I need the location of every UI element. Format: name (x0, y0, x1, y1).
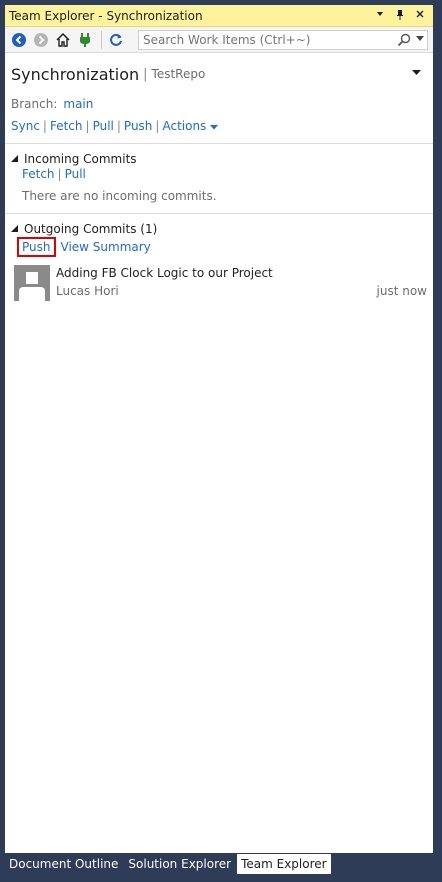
tab-team-explorer[interactable]: Team Explorer (237, 854, 331, 874)
home-icon[interactable] (53, 30, 73, 50)
incoming-commits-section: Incoming Commits Fetch | Pull There are … (5, 144, 433, 203)
search-icon[interactable] (395, 33, 413, 47)
title-separator: | (143, 66, 148, 82)
branch-label: Branch: (11, 97, 58, 111)
page-header: Synchronization | TestRepo (5, 53, 433, 87)
back-icon[interactable] (9, 30, 29, 50)
no-incoming-commits-text: There are no incoming commits. (22, 189, 217, 203)
tab-document-outline[interactable]: Document Outline (5, 854, 122, 874)
link-separator: | (42, 119, 47, 133)
close-icon[interactable] (413, 9, 427, 23)
outgoing-commits-title: Outgoing Commits (1) (24, 222, 158, 236)
page-menu-chevron-down-icon[interactable] (412, 69, 427, 79)
link-separator: | (155, 119, 160, 133)
window-title: Team Explorer - Synchronization (9, 8, 203, 23)
page-title: Synchronization (11, 64, 140, 84)
refresh-icon[interactable] (106, 30, 126, 50)
bottom-tab-bar: Document Outline Solution Explorer Team … (5, 854, 333, 874)
pull-link[interactable]: Pull (93, 119, 114, 133)
team-explorer-window: Team Explorer - Synchronization Search W… (5, 5, 433, 853)
sync-link[interactable]: Sync (11, 119, 40, 133)
outgoing-commits-section: Outgoing Commits (1) Push View Summary A… (5, 214, 433, 301)
fetch-link[interactable]: Fetch (50, 119, 83, 133)
view-summary-link[interactable]: View Summary (61, 240, 151, 254)
branch-row: Branch: main (5, 87, 433, 111)
toolbar-separator (101, 30, 102, 49)
link-separator: | (116, 119, 121, 133)
connect-icon[interactable] (75, 30, 95, 50)
outgoing-push-link[interactable]: Push (22, 240, 51, 254)
actions-label: Actions (162, 119, 207, 133)
link-separator: | (85, 119, 90, 133)
tab-solution-explorer[interactable]: Solution Explorer (124, 854, 235, 874)
actions-chevron-down-icon (210, 119, 219, 133)
commit-message: Adding FB Clock Logic to our Project (56, 266, 273, 280)
pin-icon[interactable] (393, 9, 407, 23)
dropdown-icon[interactable] (373, 9, 387, 23)
search-dropdown-icon[interactable] (413, 35, 427, 44)
avatar (14, 265, 50, 301)
push-link[interactable]: Push (124, 119, 153, 133)
link-separator: | (57, 167, 62, 181)
branch-link[interactable]: main (63, 97, 93, 111)
push-highlight-box: Push (17, 237, 56, 257)
incoming-fetch-link[interactable]: Fetch (22, 167, 55, 181)
forward-icon[interactable] (31, 30, 51, 50)
commit-author: Lucas Hori (56, 284, 119, 298)
toolbar (5, 27, 433, 53)
commit-time: just now (376, 284, 427, 298)
outgoing-commits-header[interactable]: Outgoing Commits (1) (11, 214, 427, 236)
search-input[interactable] (143, 32, 395, 47)
repo-name: TestRepo (151, 67, 206, 81)
incoming-pull-link[interactable]: Pull (65, 167, 86, 181)
search-box[interactable] (138, 29, 428, 50)
title-bar: Team Explorer - Synchronization (5, 5, 433, 27)
incoming-commits-title: Incoming Commits (24, 152, 137, 166)
collapse-triangle-icon[interactable] (11, 224, 18, 234)
incoming-commits-header[interactable]: Incoming Commits (11, 144, 427, 166)
sync-actions: Sync | Fetch | Pull | Push | Actions (5, 111, 433, 133)
collapse-triangle-icon[interactable] (11, 154, 18, 164)
commit-item[interactable]: Adding FB Clock Logic to our Project Luc… (11, 265, 427, 301)
actions-menu[interactable]: Actions (162, 119, 219, 133)
